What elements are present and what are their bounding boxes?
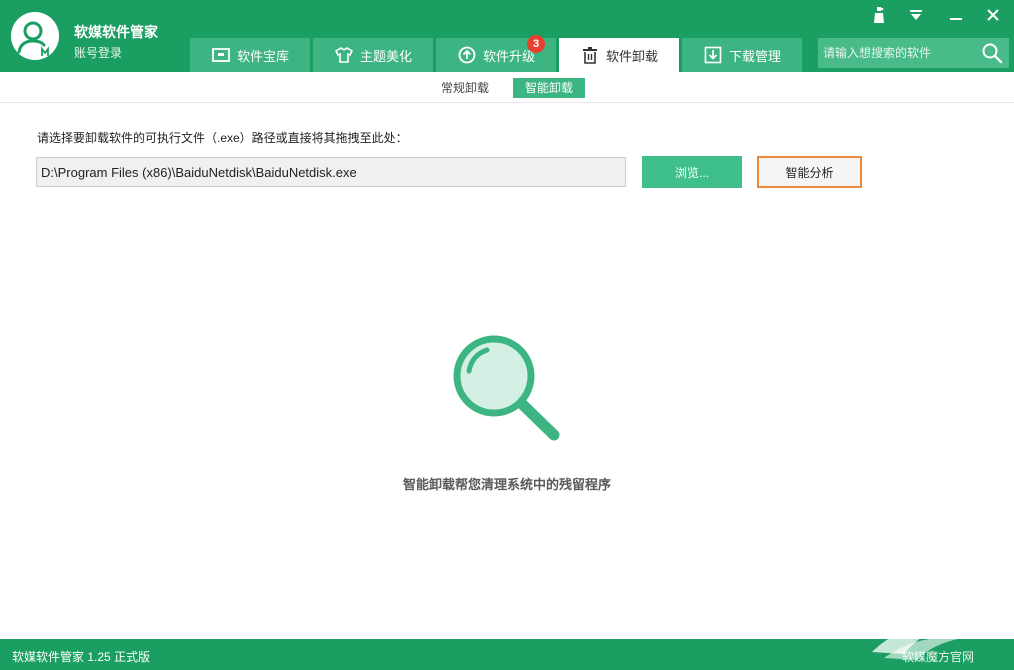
menu-dropdown-button[interactable]	[905, 4, 927, 26]
app-title: 软媒软件管家	[74, 24, 158, 40]
search-button[interactable]	[981, 42, 1003, 64]
smart-analyze-button[interactable]: 智能分析	[757, 156, 862, 188]
tab-label: 主题美化	[359, 48, 412, 64]
watermark-logo	[872, 614, 996, 660]
minimize-button[interactable]	[945, 4, 967, 26]
tab-label: 软件宝库	[236, 48, 289, 64]
tab-label: 软件卸载	[605, 48, 658, 64]
magnifier-icon	[453, 335, 560, 441]
user-avatar[interactable]	[11, 12, 59, 60]
close-icon	[987, 9, 999, 21]
tab-software-library[interactable]: 软件宝库	[190, 38, 310, 72]
tab-theme[interactable]: 主题美化	[313, 38, 433, 72]
search-icon	[982, 43, 1003, 64]
tab-upgrade[interactable]: 软件升级 3	[436, 35, 556, 72]
divider	[0, 102, 1014, 103]
download-icon	[703, 45, 723, 65]
smart-uninstall-hint: 智能卸载帮您清理系统中的残留程序	[402, 477, 611, 492]
exe-path-input[interactable]	[36, 157, 626, 187]
subtab-smart-uninstall[interactable]: 智能卸载	[513, 78, 585, 98]
title-bar: 软媒软件管家 账号登录 软件宝库 主题美化 软件升级 3 软件卸载 下载管理 请…	[0, 0, 1014, 72]
trash-icon	[580, 45, 600, 65]
subtab-normal-uninstall[interactable]: 常规卸载	[432, 78, 498, 98]
bottle-icon	[874, 7, 884, 23]
upgrade-icon	[457, 45, 477, 65]
login-link[interactable]: 账号登录	[74, 44, 122, 61]
instruction-text: 请选择要卸载软件的可执行文件（.exe）路径或直接将其拖拽至此处：	[37, 131, 408, 145]
tab-download-manager[interactable]: 下载管理	[682, 38, 802, 72]
close-button[interactable]	[982, 4, 1004, 26]
minimize-icon	[950, 18, 962, 20]
upgrade-count-badge: 3	[527, 35, 545, 53]
main-tabs: 软件宝库 主题美化 软件升级 3 软件卸载 下载管理	[190, 35, 805, 72]
search-input[interactable]	[818, 38, 978, 68]
tab-label: 下载管理	[728, 48, 781, 64]
skin-button[interactable]	[868, 4, 890, 26]
tshirt-icon	[334, 45, 354, 65]
browse-button[interactable]: 浏览...	[642, 156, 742, 188]
version-text: 软媒软件管家 1.25 正式版	[12, 650, 151, 664]
box-icon	[211, 45, 231, 65]
user-icon	[11, 12, 59, 60]
search-box	[818, 38, 1009, 68]
chevron-down-icon	[910, 10, 922, 20]
uninstall-subtabs: 常规卸载 智能卸载	[0, 78, 1014, 100]
tab-uninstall[interactable]: 软件卸载	[559, 38, 679, 72]
